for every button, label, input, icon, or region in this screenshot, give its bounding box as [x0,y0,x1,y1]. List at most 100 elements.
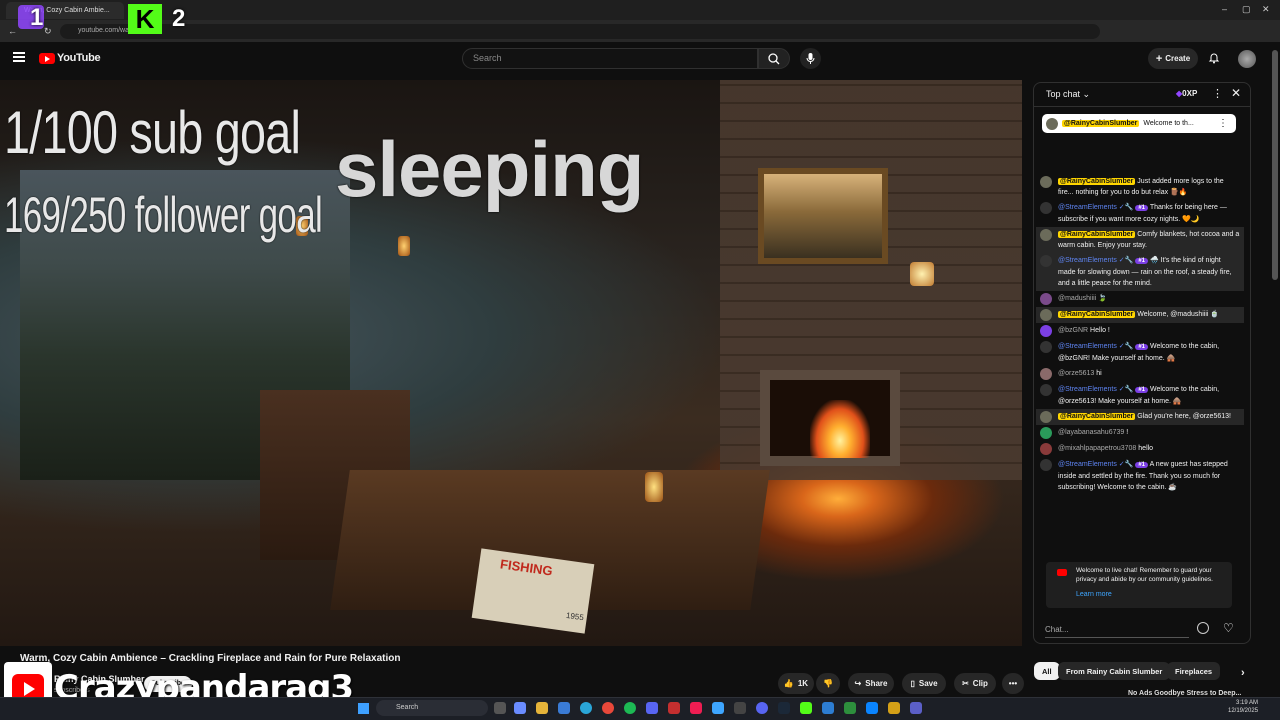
account-avatar[interactable] [1238,50,1256,68]
windows-start-icon[interactable] [358,703,369,714]
thumbs-down-icon: 👎 [823,679,833,688]
chat-input[interactable]: Chat... [1045,620,1189,638]
app-icon[interactable] [668,702,680,714]
chat-author[interactable]: @layabanasahu6739 [1058,429,1124,436]
chat-message[interactable]: @StreamElements ✓🔧 #1 Welcome to the cab… [1036,382,1244,409]
chat-message[interactable]: @madushiiii 🍃 [1036,291,1244,307]
dislike-button[interactable]: 👎 [816,673,840,694]
taskbar-search[interactable]: Search [376,700,488,716]
chat-message[interactable]: @StreamElements ✓🔧 #1 🌧️ It's the kind o… [1036,253,1244,291]
chat-author[interactable]: @StreamElements ✓🔧 [1058,257,1133,264]
clip-button[interactable]: ✂ Clip [954,673,996,694]
search-button[interactable] [758,48,790,69]
edge-icon[interactable] [580,702,592,714]
minimize-button[interactable]: – [1222,4,1227,14]
spotify-icon[interactable] [624,702,636,714]
app-icon[interactable] [734,702,746,714]
close-chat-button[interactable]: ✕ [1231,86,1241,100]
tiktok-icon[interactable] [690,702,702,714]
chrome-icon[interactable] [602,702,614,714]
app-icon[interactable] [844,702,856,714]
chat-options-button[interactable]: ⋮ [1212,87,1223,100]
chat-author[interactable]: @StreamElements ✓🔧 [1058,343,1133,350]
avatar [1040,384,1052,396]
chat-messages: @RainyCabinSlumber Just added more logs … [1036,174,1244,558]
voice-search-button[interactable] [800,48,821,69]
chat-author[interactable]: @RainyCabinSlumber [1058,178,1136,185]
chat-message[interactable]: @RainyCabinSlumber Welcome, @madushiiii … [1036,307,1244,323]
chat-author[interactable]: @RainyCabinSlumber [1058,311,1136,318]
chat-text: hello [1138,445,1154,452]
xp-badge[interactable]: ◆0XP [1176,89,1197,98]
search-input[interactable]: Search [462,48,758,69]
copilot-icon[interactable] [514,702,526,714]
app-icon[interactable] [822,702,834,714]
chat-message[interactable]: @RainyCabinSlumber Glad you're here, @or… [1036,409,1244,425]
create-button[interactable]: + Create [1148,48,1198,69]
chat-message-body: @madushiiii 🍃 [1058,293,1240,305]
chat-message[interactable]: @mixahlpapapetrou3708 hello [1036,441,1244,457]
pinned-message[interactable]: @RainyCabinSlumber Welcome to th... ⋮ [1042,114,1236,133]
chat-message[interactable]: @layabanasahu6739 ! [1036,425,1244,441]
close-window-button[interactable]: ✕ [1262,4,1270,15]
youtube-wordmark[interactable]: YouTube [57,52,101,64]
store-icon[interactable] [558,702,570,714]
learn-more-link[interactable]: Learn more [1076,591,1112,598]
chat-author[interactable]: @RainyCabinSlumber [1058,413,1136,420]
kick-icon[interactable] [800,702,812,714]
recommendation-title[interactable]: No Ads Goodbye Stress to Deep... [1128,690,1241,697]
chat-author[interactable]: @StreamElements ✓🔧 [1058,386,1133,393]
like-button[interactable]: 👍 1K [778,673,814,694]
chat-message[interactable]: @StreamElements ✓🔧 #1 Thanks for being h… [1036,200,1244,227]
chat-author[interactable]: @StreamElements ✓🔧 [1058,204,1133,211]
chat-author[interactable]: @madushiiii [1058,295,1096,302]
chat-message-body: @RainyCabinSlumber Welcome, @madushiiii … [1058,309,1240,321]
menu-icon[interactable] [13,52,25,62]
app-icon[interactable] [712,702,724,714]
chip-fireplaces[interactable]: Fireplaces [1167,662,1221,680]
app-icon[interactable] [888,702,900,714]
teams-icon[interactable] [910,702,922,714]
scrollbar[interactable] [1272,50,1278,280]
discord-icon[interactable] [756,702,768,714]
chat-message[interactable]: @orze5613 hi [1036,366,1244,382]
chat-message[interactable]: @StreamElements ✓🔧 #1 A new guest has st… [1036,457,1244,495]
chat-author[interactable]: @RainyCabinSlumber [1058,231,1136,238]
rank-badge: #1 [1135,258,1149,264]
share-button[interactable]: ↪ Share [848,673,894,694]
create-label: Create [1165,54,1191,63]
file-explorer-icon[interactable] [536,702,548,714]
address-bar[interactable]: youtube.com/watch?v=... [60,24,1100,39]
reload-icon[interactable]: ↻ [44,26,52,37]
chat-author[interactable]: @bzGNR [1058,327,1088,334]
notice-text: Welcome to live chat! Remember to guard … [1076,567,1213,583]
app-icon[interactable] [646,702,658,714]
notifications-bell-icon[interactable] [1208,52,1220,64]
task-view-icon[interactable] [494,702,506,714]
chat-author[interactable]: @orze5613 [1058,370,1094,377]
chat-mode-dropdown[interactable]: Top chat ⌄ [1046,89,1090,100]
chevron-right-icon[interactable]: › [1233,664,1253,682]
share-label: Share [865,679,888,688]
chat-message-body: @StreamElements ✓🔧 #1 Welcome to the cab… [1058,341,1240,364]
app-icon[interactable] [866,702,878,714]
chat-author[interactable]: @mixahlpapapetrou3708 [1058,445,1136,452]
maximize-button[interactable]: ▢ [1242,4,1251,15]
kebab-icon[interactable]: ⋮ [1218,118,1236,129]
chat-message[interactable]: @bzGNR Hello ! [1036,323,1244,339]
taskbar-clock[interactable]: 3:19 AM 12/19/2025 [1228,699,1258,715]
youtube-logo-icon[interactable] [39,53,55,64]
play-icon [24,682,35,696]
save-button[interactable]: ▯ Save [902,673,946,694]
emoji-icon[interactable] [1197,622,1209,634]
chat-message[interactable]: @RainyCabinSlumber Comfy blankets, hot c… [1036,227,1244,253]
chip-all[interactable]: All [1034,662,1060,680]
steam-icon[interactable] [778,702,790,714]
more-actions-button[interactable]: ••• [1002,673,1024,694]
chat-message[interactable]: @RainyCabinSlumber Just added more logs … [1036,174,1244,200]
chat-message[interactable]: @StreamElements ✓🔧 #1 Welcome to the cab… [1036,339,1244,366]
chip-from-channel[interactable]: From Rainy Cabin Slumber [1058,662,1171,680]
chat-author[interactable]: @StreamElements ✓🔧 [1058,461,1133,468]
back-icon[interactable]: ← [8,26,17,36]
heart-icon[interactable]: ♡ [1223,621,1234,635]
